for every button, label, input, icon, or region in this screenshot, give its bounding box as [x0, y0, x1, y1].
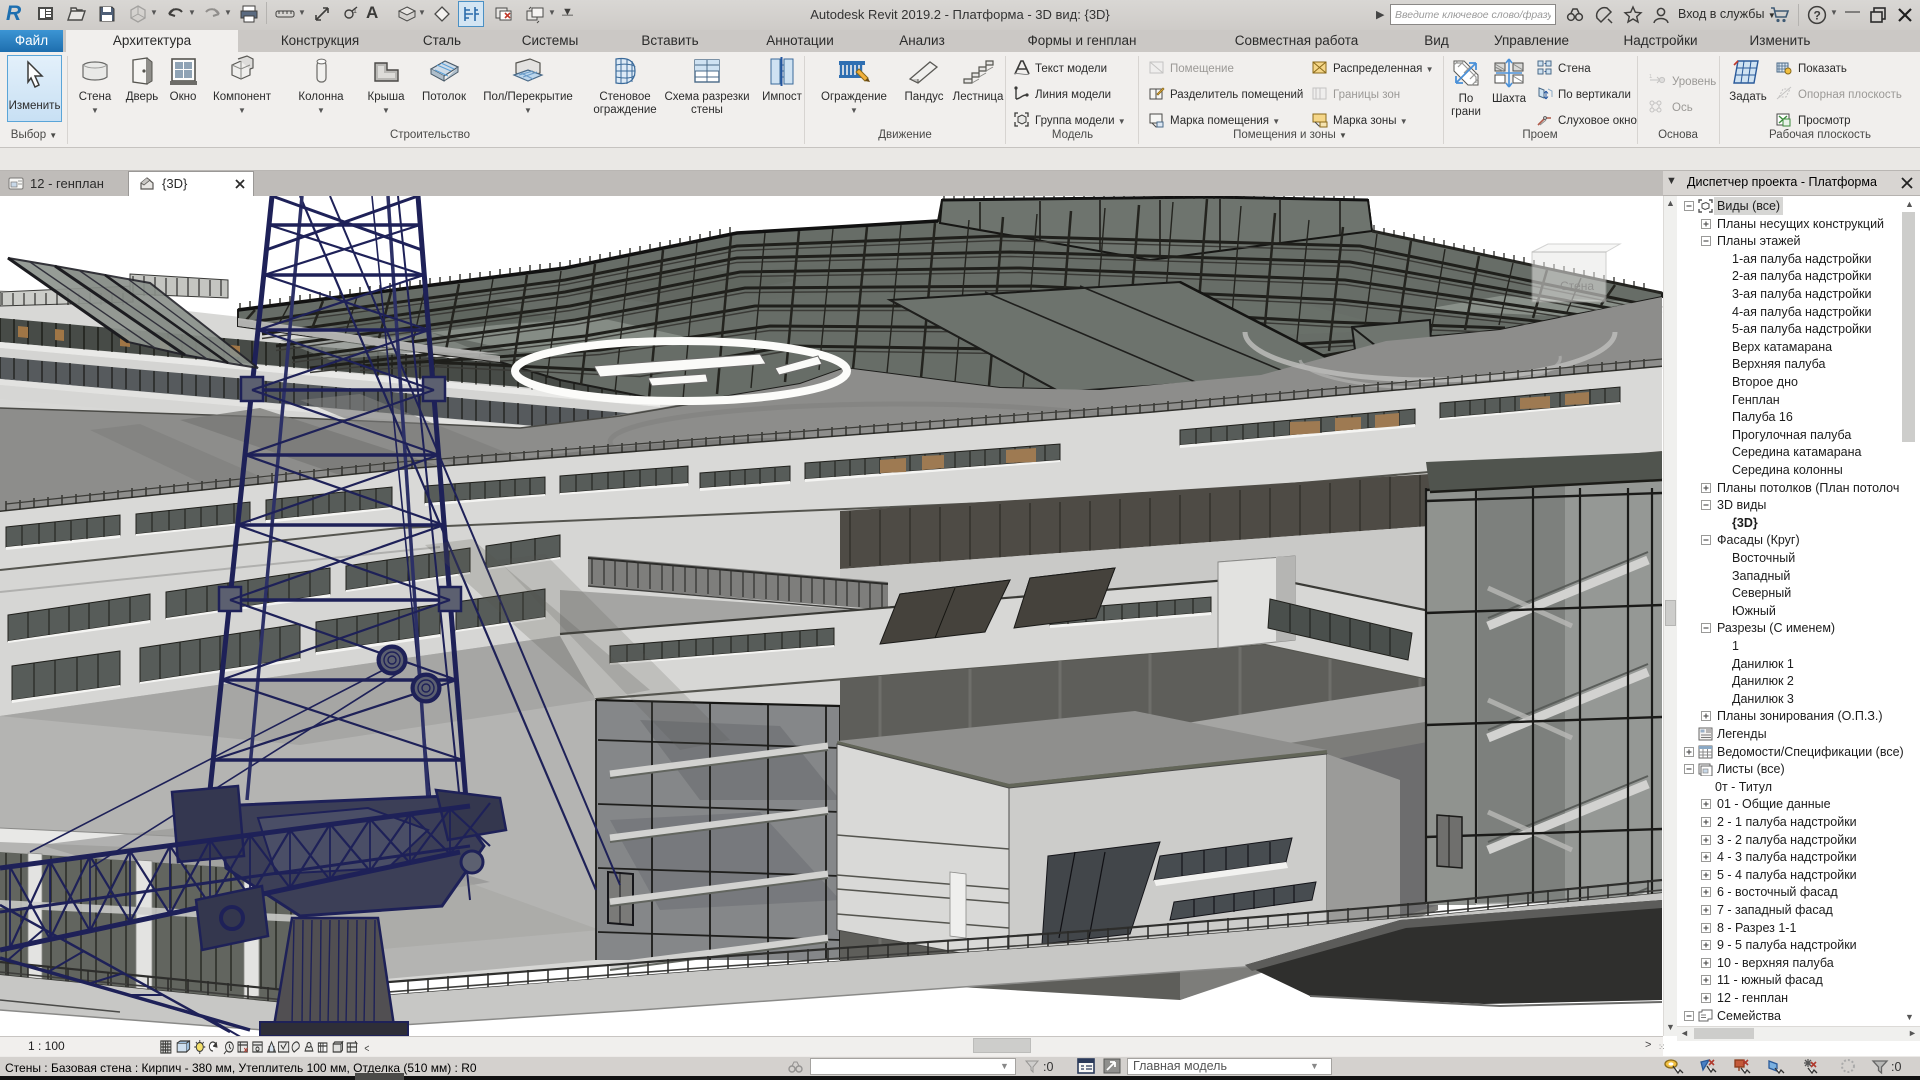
svg-text::0: :0	[1891, 1060, 1901, 1074]
svg-text:1: 1	[1649, 74, 1653, 80]
svg-text:?: ?	[1814, 9, 1821, 23]
svg-text:<: <	[364, 1043, 369, 1055]
svg-text:Стена: Стена	[1560, 279, 1594, 293]
